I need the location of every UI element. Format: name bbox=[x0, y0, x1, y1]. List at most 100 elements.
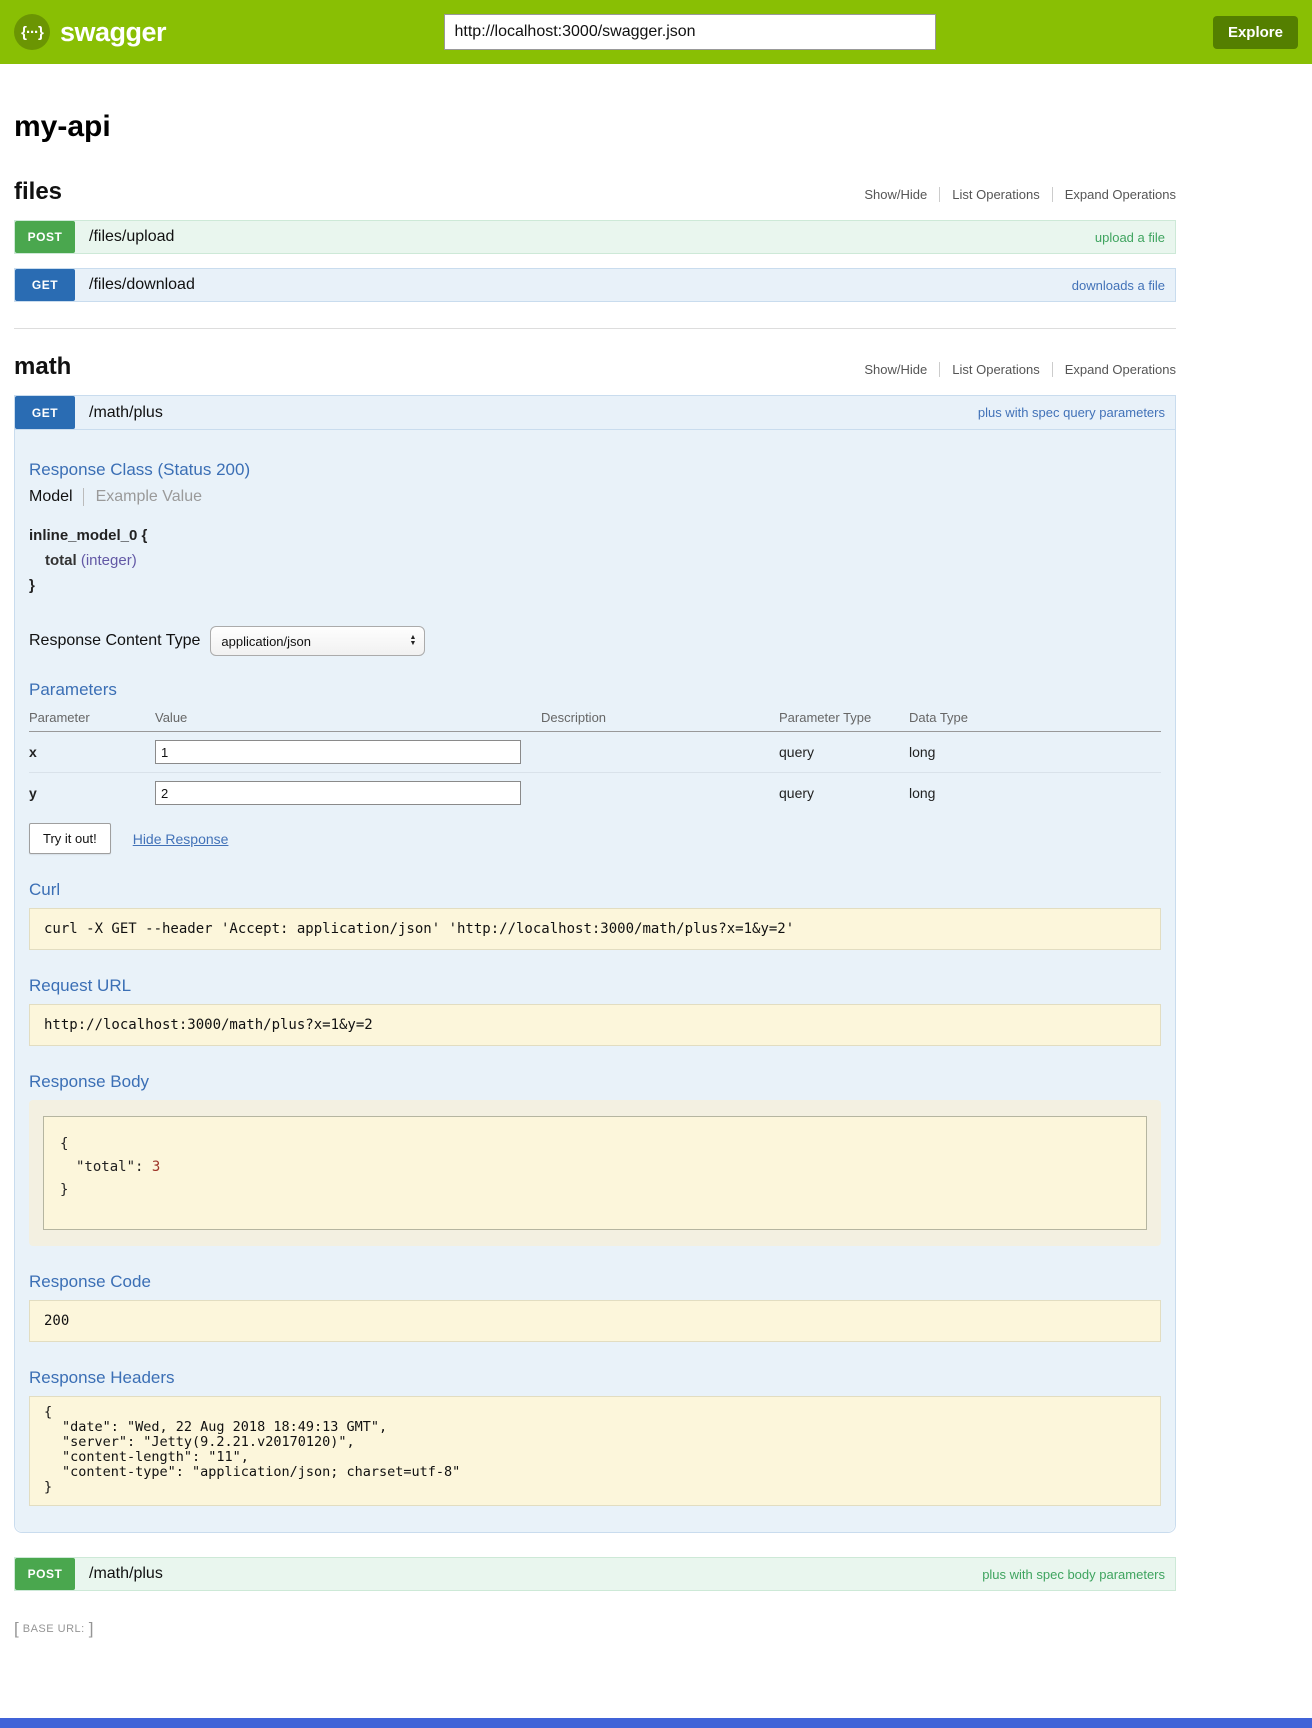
operation-details: Response Class (Status 200) Model Exampl… bbox=[15, 430, 1175, 1532]
parameters-header-row: Parameter Value Description Parameter Ty… bbox=[29, 706, 1161, 732]
page-title: my-api bbox=[14, 110, 1176, 144]
get-method-badge: GET bbox=[15, 269, 75, 301]
model-open: inline_model_0 { bbox=[29, 524, 1161, 549]
header-bar: {···} swagger Explore bbox=[0, 0, 1312, 64]
files-section-header: files Show/Hide List Operations Expand O… bbox=[14, 178, 1176, 206]
tab-model[interactable]: Model bbox=[29, 488, 83, 506]
endpoint-row-post-files-upload[interactable]: POST /files/upload upload a file bbox=[14, 220, 1176, 254]
endpoint-path-link[interactable]: /files/download bbox=[89, 276, 195, 294]
endpoint-path-link[interactable]: /files/upload bbox=[89, 228, 174, 246]
parameter-data-type: long bbox=[909, 732, 1161, 773]
parameter-row-y: y query long bbox=[29, 773, 1161, 814]
parameter-type: query bbox=[779, 773, 909, 814]
model-tabs: Model Example Value bbox=[29, 488, 1161, 506]
try-it-out-row: Try it out! Hide Response bbox=[29, 823, 1161, 854]
endpoint-path-link[interactable]: /math/plus bbox=[89, 404, 163, 422]
math-section-title: math bbox=[14, 353, 71, 381]
response-body-heading: Response Body bbox=[29, 1072, 1161, 1092]
headers-line: } bbox=[44, 1480, 1146, 1495]
main-content: my-api files Show/Hide List Operations E… bbox=[14, 110, 1176, 1591]
parameter-type: query bbox=[779, 732, 909, 773]
model-property: total (integer) bbox=[45, 549, 1161, 574]
headers-line: "server": "Jetty(9.2.21.v20170120)", bbox=[62, 1435, 1146, 1450]
parameter-name: y bbox=[29, 773, 155, 814]
endpoint-path-link[interactable]: /math/plus bbox=[89, 1565, 163, 1583]
parameters-table: Parameter Value Description Parameter Ty… bbox=[29, 706, 1161, 813]
section-divider bbox=[14, 328, 1176, 329]
math-list-operations-link[interactable]: List Operations bbox=[939, 362, 1051, 377]
response-body-json: { "total": 3 } bbox=[43, 1116, 1147, 1229]
curl-command: curl -X GET --header 'Accept: applicatio… bbox=[29, 908, 1161, 950]
json-close-brace: } bbox=[60, 1179, 1130, 1202]
swagger-brand-link[interactable]: {···} swagger bbox=[14, 14, 166, 50]
base-url-bracket-open: [ bbox=[14, 1619, 19, 1639]
parameter-name: x bbox=[29, 732, 155, 773]
files-show-hide-link[interactable]: Show/Hide bbox=[852, 187, 939, 202]
json-separator: : bbox=[135, 1159, 152, 1175]
column-data-type: Data Type bbox=[909, 706, 1161, 732]
response-code-value: 200 bbox=[29, 1300, 1161, 1342]
model-property-name: total bbox=[45, 552, 77, 569]
math-section-controls: Show/Hide List Operations Expand Operati… bbox=[852, 362, 1176, 377]
explore-button[interactable]: Explore bbox=[1213, 16, 1298, 49]
column-value: Value bbox=[155, 706, 541, 732]
endpoint-summary-link[interactable]: plus with spec query parameters bbox=[978, 405, 1165, 420]
request-url-heading: Request URL bbox=[29, 976, 1161, 996]
math-expand-operations-link[interactable]: Expand Operations bbox=[1052, 362, 1176, 377]
headers-line: "content-length": "11", bbox=[62, 1450, 1146, 1465]
model-signature: inline_model_0 { total (integer) } bbox=[29, 524, 1161, 598]
parameter-y-value-input[interactable] bbox=[155, 781, 521, 805]
response-headers-json: { "date": "Wed, 22 Aug 2018 18:49:13 GMT… bbox=[29, 1396, 1161, 1507]
hide-response-link[interactable]: Hide Response bbox=[133, 831, 229, 847]
json-key: "total" bbox=[76, 1159, 135, 1175]
response-code-heading: Response Code bbox=[29, 1272, 1161, 1292]
try-it-out-button[interactable]: Try it out! bbox=[29, 823, 111, 854]
json-open-brace: { bbox=[60, 1133, 1130, 1156]
json-total-line: "total": 3 bbox=[76, 1156, 1130, 1179]
post-method-badge: POST bbox=[15, 1558, 75, 1590]
math-section-header: math Show/Hide List Operations Expand Op… bbox=[14, 353, 1176, 381]
endpoint-row-get-files-download[interactable]: GET /files/download downloads a file bbox=[14, 268, 1176, 302]
parameter-description bbox=[541, 773, 779, 814]
endpoint-summary-link[interactable]: upload a file bbox=[1095, 230, 1165, 245]
tab-example-value[interactable]: Example Value bbox=[83, 488, 202, 506]
math-show-hide-link[interactable]: Show/Hide bbox=[852, 362, 939, 377]
headers-line: "content-type": "application/json; chars… bbox=[62, 1465, 1146, 1480]
bottom-bar bbox=[0, 1718, 1312, 1728]
spec-url-input[interactable] bbox=[444, 14, 936, 50]
base-url-label: BASE URL: bbox=[23, 1623, 85, 1635]
endpoint-summary-link[interactable]: downloads a file bbox=[1072, 278, 1165, 293]
brand-name: swagger bbox=[60, 17, 166, 48]
model-property-type: (integer) bbox=[81, 552, 137, 569]
model-close: } bbox=[29, 574, 1161, 599]
files-list-operations-link[interactable]: List Operations bbox=[939, 187, 1051, 202]
column-parameter: Parameter bbox=[29, 706, 155, 732]
column-parameter-type: Parameter Type bbox=[779, 706, 909, 732]
post-method-badge: POST bbox=[15, 221, 75, 253]
response-content-type-label: Response Content Type bbox=[29, 632, 200, 650]
expanded-operation-get-math-plus: GET /math/plus plus with spec query para… bbox=[14, 395, 1176, 1533]
files-expand-operations-link[interactable]: Expand Operations bbox=[1052, 187, 1176, 202]
headers-line: "date": "Wed, 22 Aug 2018 18:49:13 GMT", bbox=[62, 1420, 1146, 1435]
selected-content-type: application/json bbox=[221, 634, 311, 649]
base-url-footer: [ BASE URL: ] bbox=[14, 1619, 1312, 1639]
response-headers-heading: Response Headers bbox=[29, 1368, 1161, 1388]
endpoint-summary-link[interactable]: plus with spec body parameters bbox=[982, 1567, 1165, 1582]
json-value: 3 bbox=[152, 1159, 160, 1175]
parameter-x-value-input[interactable] bbox=[155, 740, 521, 764]
endpoint-row-get-math-plus[interactable]: GET /math/plus plus with spec query para… bbox=[15, 396, 1175, 430]
get-method-badge: GET bbox=[15, 396, 75, 429]
parameter-row-x: x query long bbox=[29, 732, 1161, 773]
endpoint-row-post-math-plus[interactable]: POST /math/plus plus with spec body para… bbox=[14, 1557, 1176, 1591]
response-class-heading: Response Class (Status 200) bbox=[29, 460, 1161, 480]
request-url-value: http://localhost:3000/math/plus?x=1&y=2 bbox=[29, 1004, 1161, 1046]
parameter-data-type: long bbox=[909, 773, 1161, 814]
parameter-description bbox=[541, 732, 779, 773]
parameters-heading: Parameters bbox=[29, 680, 1161, 700]
column-description: Description bbox=[541, 706, 779, 732]
select-updown-arrows-icon: ▲▼ bbox=[409, 635, 416, 647]
base-url-bracket-close: ] bbox=[89, 1619, 94, 1639]
files-section-controls: Show/Hide List Operations Expand Operati… bbox=[852, 187, 1176, 202]
swagger-logo-icon: {···} bbox=[14, 14, 50, 50]
response-content-type-select[interactable]: application/json ▲▼ bbox=[210, 626, 425, 656]
